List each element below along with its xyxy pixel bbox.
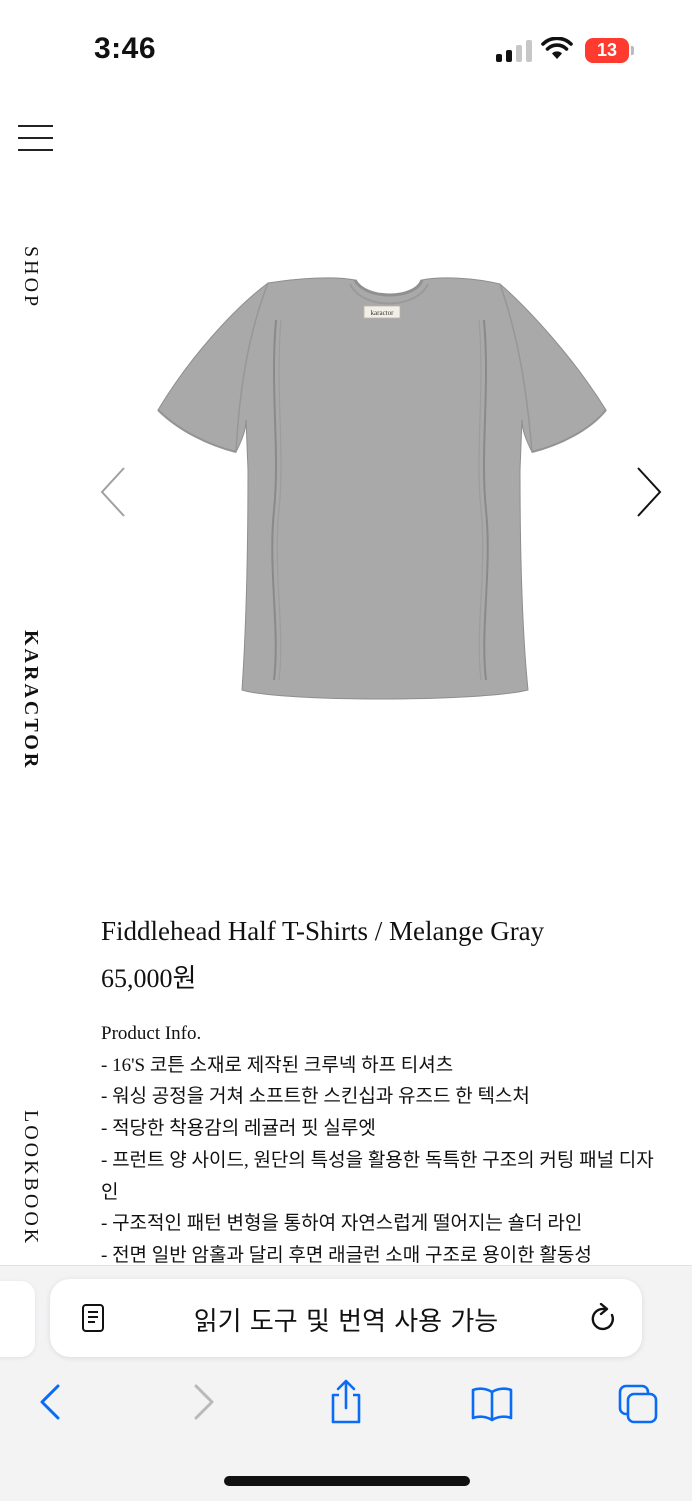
chevron-right-icon[interactable] [630, 464, 666, 520]
forward-arrow-icon[interactable] [180, 1378, 224, 1426]
battery-cap [631, 46, 634, 55]
product-title: Fiddlehead Half T-Shirts / Melange Gray [101, 916, 545, 946]
status-time: 3:46 [94, 32, 157, 65]
nav-shop-link[interactable]: SHOP [19, 246, 42, 309]
product-info-line: - 적당한 착용감의 레귤러 핏 실루엣 [101, 1118, 376, 1140]
product-tag: karactor [371, 309, 395, 317]
bookmarks-icon[interactable] [470, 1378, 514, 1426]
previous-tab-card[interactable] [0, 1281, 35, 1357]
share-icon[interactable] [324, 1378, 368, 1426]
hamburger-menu-icon[interactable] [18, 125, 53, 151]
nav-lookbook-link[interactable]: LOOKBOOK [19, 1110, 42, 1246]
product-info-line: - 프런트 양 사이드, 원단의 특성을 활용한 독특한 구조의 커팅 패널 디… [101, 1149, 654, 1203]
product-info-line: - 워싱 공정을 거쳐 소프트한 스킨십과 유즈드 한 텍스처 [101, 1086, 530, 1108]
back-arrow-icon[interactable] [30, 1378, 74, 1426]
product-info-line: - 구조적인 패턴 변형을 통하여 자연스럽게 떨어지는 숄더 라인 [101, 1213, 583, 1235]
product-info: Product Info. - 16'S 코튼 소재로 제작된 크루넥 하프 티… [101, 1018, 661, 1272]
battery-indicator: 13 [585, 38, 629, 63]
wifi-icon [541, 37, 573, 59]
home-indicator [224, 1476, 470, 1486]
product-info-heading: Product Info. [101, 1023, 202, 1044]
product-info-line: - 16'S 코튼 소재로 제작된 크루넥 하프 티셔츠 [101, 1054, 454, 1076]
status-bar: 3:46 13 [0, 0, 692, 100]
address-bar[interactable]: 읽기 도구 및 번역 사용 가능 [50, 1279, 642, 1357]
cellular-signal-icon [496, 40, 532, 62]
address-text: 읽기 도구 및 번역 사용 가능 [193, 1307, 499, 1337]
brand-logo[interactable]: KARACTOR [19, 630, 42, 770]
reload-icon[interactable] [590, 1303, 618, 1333]
chevron-left-icon[interactable] [96, 464, 132, 520]
tabs-icon[interactable] [616, 1378, 660, 1426]
product-image: karactor [157, 277, 607, 700]
product-price: 65,000원 [101, 964, 197, 993]
